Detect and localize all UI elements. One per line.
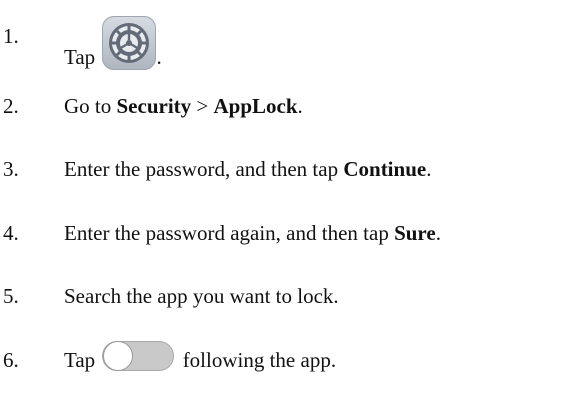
step-4: 4. Enter the password again, and then ta… [3,213,563,253]
step-3: 3. Enter the password, and then tap Cont… [3,149,563,189]
step-3-prefix: Enter the password, and then tap [64,157,344,181]
step-4-prefix: Enter the password again, and then tap [64,221,395,245]
step-number: 6. [3,348,19,372]
step-2-suffix: . [297,94,303,118]
step-3-suffix: . [426,157,432,181]
menu-applock: AppLock [213,94,298,118]
step-6: 6. Tap following the app. [3,340,563,380]
step-2-prefix: Go to [64,94,117,118]
step-1-prefix: Tap [64,45,101,69]
instruction-steps: 1. Tap . 2. Go to Security > AppLock. 3.… [0,0,568,403]
step-text: Enter the password, and then tap Continu… [64,149,431,189]
gear-icon [109,23,150,63]
step-text: Go to Security > AppLock. [64,86,303,126]
step-text: Tap following the app. [64,340,336,380]
step-text: Enter the password again, and then tap S… [64,213,441,253]
step-text: Tap . [64,16,162,77]
step-4-suffix: . [435,221,441,245]
step-1-suffix: . [156,45,162,69]
step-number: 1. [3,24,19,48]
step-1: 1. Tap . [3,16,563,70]
step-number: 5. [3,284,19,308]
continue-label: Continue [343,157,427,181]
step-2: 2. Go to Security > AppLock. [3,86,563,126]
menu-security: Security [116,94,192,118]
step-5: 5. Search the app you want to lock. [3,276,563,316]
step-6-suffix: following the app. [177,348,337,372]
settings-gear-icon [102,16,157,70]
step-number: 2. [3,94,19,118]
step-text: Search the app you want to lock. [64,284,339,308]
toggle-switch-off-icon [102,341,175,371]
sure-label: Sure [394,221,436,245]
step-6-prefix: Tap [64,348,101,372]
step-number: 4. [3,221,19,245]
step-number: 3. [3,157,19,181]
path-separator: > [191,94,214,118]
toggle-knob [103,341,134,371]
